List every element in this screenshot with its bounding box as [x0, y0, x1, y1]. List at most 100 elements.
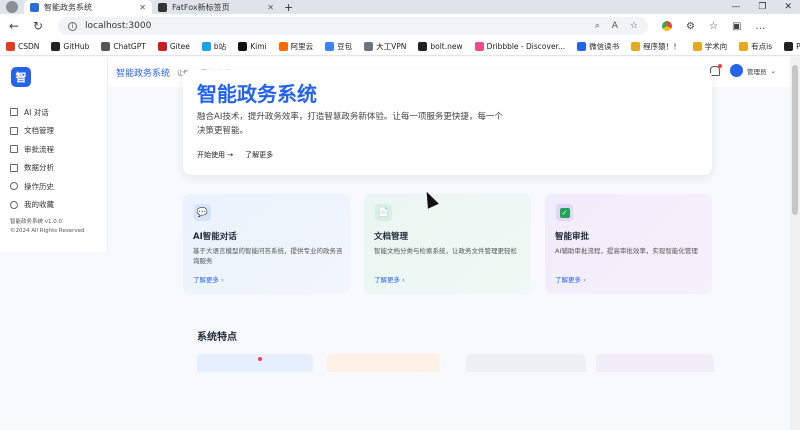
close-window-icon[interactable]: ✕ — [784, 2, 792, 12]
card-documents[interactable]: 📄 文档管理 智能文档分类与检索系统，让政务文件管理更轻松 了解更多 › — [364, 194, 531, 294]
bookmark-item[interactable]: 豆包 — [325, 41, 352, 52]
bookmark-label: 阿里云 — [290, 42, 314, 51]
favorites-icon[interactable]: ☆ — [709, 21, 718, 32]
url-input[interactable]: i localhost:3000 ⌕ A ☆ — [58, 17, 648, 35]
bookmark-label: b站 — [213, 42, 227, 51]
card-approval[interactable]: ✓ 智能审批 AI辅助审批流程，提高审批效率，实现智能化管理 了解更多 › — [545, 194, 712, 294]
user-name: 管理员 — [747, 67, 767, 76]
card-title: AI智能对话 — [193, 232, 237, 242]
bookmark-item[interactable]: ChatGPT — [101, 42, 146, 51]
user-menu[interactable]: 管理员 ⌄ — [730, 64, 776, 77]
bookmark-label: bolt.new — [430, 42, 463, 51]
app-title[interactable]: 智能政务系统 — [116, 66, 170, 79]
bookmark-favicon-icon — [325, 42, 335, 51]
bookmark-item[interactable]: Perplexity — [784, 42, 800, 51]
bookmark-item[interactable]: 程序猿！！ — [631, 41, 681, 52]
url-text: localhost:3000 — [85, 21, 152, 31]
fatfox-favicon-icon — [158, 2, 167, 12]
bookmark-item[interactable]: GitHub — [51, 42, 89, 51]
bookmark-label: ChatGPT — [113, 42, 146, 51]
site-favicon-icon — [30, 2, 39, 12]
notification-badge — [718, 64, 722, 68]
back-icon[interactable]: ← — [4, 19, 24, 33]
sidebar-item-analytics[interactable]: 数据分析 — [10, 159, 54, 178]
new-tab-icon[interactable]: + — [284, 1, 293, 14]
collections-icon[interactable]: ▣ — [732, 21, 741, 32]
star-icon — [10, 200, 18, 209]
bookmark-favicon-icon — [784, 42, 794, 51]
bookmark-item[interactable]: 微信读书 — [577, 41, 619, 52]
maximize-icon[interactable]: ❐ — [758, 2, 766, 12]
bookmark-item[interactable]: bolt.new — [418, 42, 463, 51]
bookmark-label: Kimi — [250, 42, 267, 51]
sidebar: 智 AI 对话 文档管理 审批流程 数据分析 操作历史 我的收藏 智能政务系统 … — [0, 57, 108, 252]
sidebar-item-ai-chat[interactable]: AI 对话 — [10, 103, 54, 122]
bookmark-item[interactable]: 有点is — [739, 41, 772, 52]
reload-icon[interactable]: ↻ — [28, 19, 48, 33]
profile-icon[interactable] — [6, 1, 18, 13]
sidebar-item-documents[interactable]: 文档管理 — [10, 122, 54, 141]
bookmark-favicon-icon — [51, 42, 61, 51]
hero-title: 智能政务系统 — [197, 82, 317, 106]
bookmark-favicon-icon — [201, 42, 211, 51]
bookmark-favicon-icon — [692, 42, 702, 51]
bookmark-item[interactable]: Gitee — [157, 42, 190, 51]
learn-more-button[interactable]: 了解更多 — [245, 150, 273, 160]
site-info-icon[interactable]: i — [68, 21, 77, 31]
bookmark-item[interactable]: 大工VPN — [364, 41, 406, 52]
bookmark-item[interactable]: CSDN — [6, 42, 39, 51]
bookmark-item[interactable]: 学术向 — [692, 41, 727, 52]
tab-close-icon[interactable]: ✕ — [139, 3, 146, 12]
more-menu-icon[interactable]: … — [755, 21, 765, 32]
card-description: AI辅助审批流程，提高审批效率，实现智能化管理 — [555, 247, 698, 255]
feature-tile — [596, 354, 714, 372]
features-section-title: 系统特点 — [197, 332, 237, 343]
tab-active[interactable]: 智能政务系统 ✕ — [24, 0, 152, 14]
feature-dot — [258, 357, 262, 361]
bookmark-item[interactable]: 阿里云 — [278, 41, 314, 52]
card-learn-more-link[interactable]: 了解更多 › — [374, 274, 405, 284]
bookmark-item[interactable]: b站 — [201, 41, 227, 52]
bookmark-favicon-icon — [739, 42, 749, 51]
bookmark-item[interactable]: Dribbble - Discover... — [474, 42, 566, 51]
bookmark-label: Dribbble - Discover... — [486, 42, 566, 51]
bookmarks-bar: CSDN GitHub ChatGPT Gitee b站 Kimi 阿里云 豆包 大工VPN bo… — [0, 38, 800, 56]
document-icon: 📄 — [375, 204, 392, 221]
zoom-icon[interactable]: ⌕ — [595, 21, 600, 31]
bookmark-label: 微信读书 — [589, 42, 620, 51]
bookmark-favicon-icon — [364, 42, 374, 51]
card-learn-more-link[interactable]: 了解更多 › — [193, 274, 224, 284]
sidebar-item-favorites[interactable]: 我的收藏 — [10, 196, 54, 215]
tab-label: 智能政务系统 — [44, 2, 92, 12]
tab-close-icon[interactable]: ✕ — [267, 3, 274, 12]
feature-tile — [327, 354, 440, 372]
page-scrollbar[interactable] — [790, 57, 800, 430]
chat-icon — [10, 108, 18, 117]
bookmark-label: 有点is — [751, 42, 773, 51]
extensions-icon[interactable]: ⚙ — [686, 21, 695, 32]
bookmark-item[interactable]: Kimi — [238, 42, 267, 51]
card-ai-chat[interactable]: 💬 AI智能对话 基于大语言模型的智能问答系统，提供专业的政务咨询服务 了解更多… — [183, 194, 350, 294]
start-button[interactable]: 开始使用 → — [197, 150, 233, 160]
minimize-icon[interactable]: — — [731, 2, 740, 12]
browser-tabbar: 智能政务系统 ✕ FatFox新标签页 ✕ + — ❐ ✕ — [0, 0, 800, 14]
sidebar-item-label: 审批流程 — [24, 144, 54, 154]
sidebar-item-approval[interactable]: 审批流程 — [10, 140, 54, 159]
bar-chart-icon — [10, 163, 18, 172]
chrome-icon[interactable] — [662, 21, 672, 31]
sidebar-item-label: 数据分析 — [24, 163, 54, 173]
read-aloud-icon[interactable]: A — [612, 21, 618, 31]
card-learn-more-link[interactable]: 了解更多 › — [555, 274, 586, 284]
tab-inactive[interactable]: FatFox新标签页 ✕ — [152, 0, 280, 14]
feature-cards: 💬 AI智能对话 基于大语言模型的智能问答系统，提供专业的政务咨询服务 了解更多… — [183, 194, 712, 294]
sidebar-item-history[interactable]: 操作历史 — [10, 177, 54, 196]
bookmark-favicon-icon — [101, 42, 111, 51]
card-description: 智能文档分类与检索系统，让政务文件管理更轻松 — [374, 247, 517, 255]
favorite-star-icon[interactable]: ☆ — [630, 21, 638, 31]
card-description: 基于大语言模型的智能问答系统，提供专业的政务咨询服务 — [193, 247, 343, 265]
sidebar-item-label: AI 对话 — [24, 107, 49, 117]
app-logo[interactable]: 智 — [11, 67, 31, 87]
scrollbar-thumb[interactable] — [792, 65, 798, 215]
version-text: 智能政务系统 v1.0.0 — [10, 219, 62, 225]
bookmark-favicon-icon — [6, 42, 15, 51]
